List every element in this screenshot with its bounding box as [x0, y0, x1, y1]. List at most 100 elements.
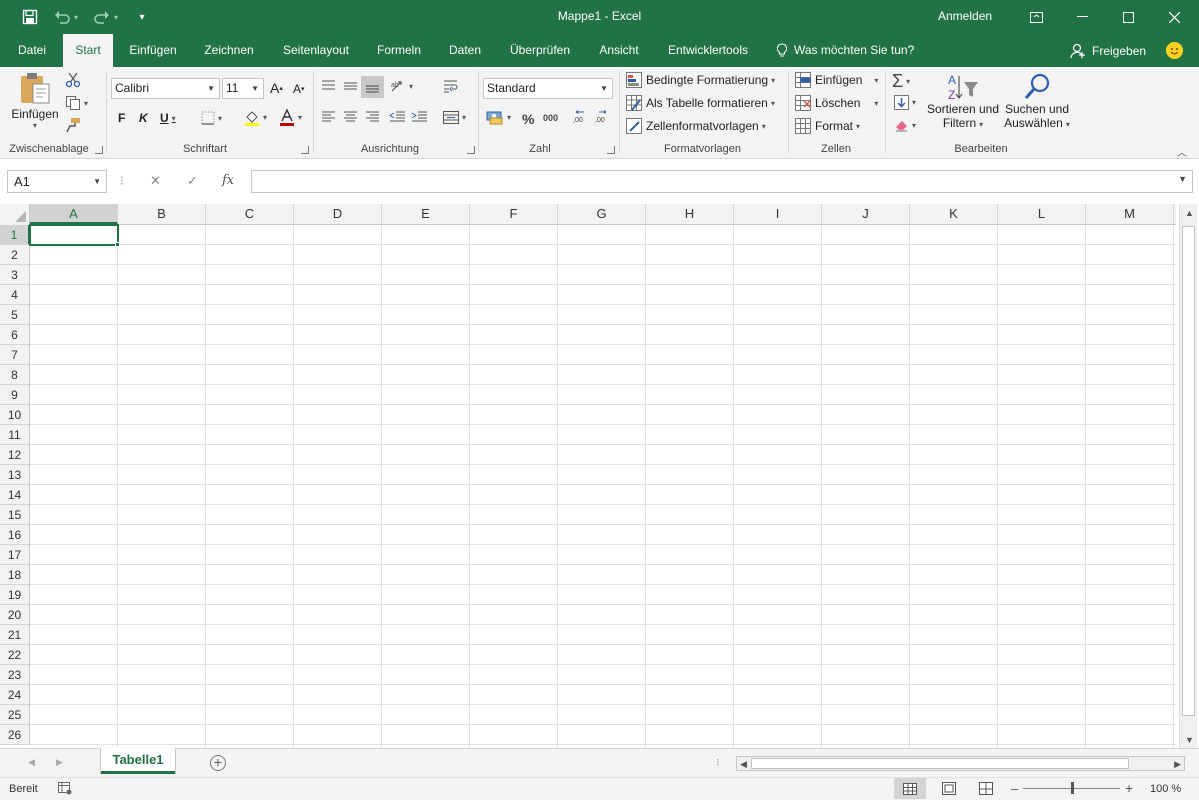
tab-entwicklertools[interactable]: Entwicklertools	[660, 34, 756, 67]
share-button[interactable]: Freigeben	[1070, 34, 1146, 67]
add-sheet-icon[interactable]: +	[210, 755, 226, 771]
row-header[interactable]: 15	[0, 505, 30, 525]
decrease-decimal-icon[interactable]: ,00	[595, 110, 612, 125]
tab-start[interactable]: Start	[63, 34, 113, 67]
feedback-smiley-icon[interactable]	[1166, 42, 1183, 59]
format-as-table-button[interactable]: Als Tabelle formatieren ▾	[626, 95, 775, 111]
find-select-button[interactable]: Suchen und Auswählen ▾	[1000, 72, 1074, 130]
sheet-tab-tabelle1[interactable]: Tabelle1	[101, 748, 175, 774]
row-header[interactable]: 24	[0, 685, 30, 705]
sign-in-link[interactable]: Anmelden	[938, 9, 992, 23]
merge-center-button[interactable]: ▾	[443, 111, 466, 124]
zoom-in-button[interactable]: +	[1125, 780, 1133, 796]
number-format-select[interactable]: Standard ▼	[483, 78, 613, 99]
orientation-button[interactable]: ab ▾	[390, 79, 413, 93]
row-header[interactable]: 3	[0, 265, 30, 285]
align-bottom-icon[interactable]	[361, 76, 384, 98]
autosum-button[interactable]: Σ ▾	[892, 71, 910, 92]
row-header[interactable]: 11	[0, 425, 30, 445]
column-header[interactable]: E	[382, 204, 470, 224]
tab-daten[interactable]: Daten	[440, 34, 490, 67]
row-header[interactable]: 22	[0, 645, 30, 665]
close-icon[interactable]	[1151, 0, 1197, 34]
bold-button[interactable]: F	[118, 111, 125, 125]
scroll-left-icon[interactable]: ◀	[740, 759, 747, 770]
align-right-icon[interactable]	[365, 111, 380, 123]
delete-cells-button[interactable]: Löschen ▾	[795, 95, 878, 111]
format-cells-button[interactable]: Format ▾	[795, 118, 860, 134]
normal-view-icon[interactable]	[894, 778, 926, 799]
borders-button[interactable]: ▾	[201, 111, 222, 125]
row-header[interactable]: 14	[0, 485, 30, 505]
grow-font-button[interactable]: A ▴	[270, 80, 283, 96]
increase-indent-icon[interactable]	[411, 111, 428, 123]
cell-styles-button[interactable]: Zellenformatvorlagen ▾	[626, 118, 766, 134]
row-header[interactable]: 17	[0, 545, 30, 565]
clear-button[interactable]: ▾	[894, 118, 916, 132]
tab-seitenlayout[interactable]: Seitenlayout	[274, 34, 358, 67]
prev-sheet-icon[interactable]: ◀	[28, 757, 35, 768]
row-header[interactable]: 9	[0, 385, 30, 405]
collapse-ribbon-icon[interactable]: ︿	[1177, 144, 1187, 159]
tab-datei[interactable]: Datei	[8, 34, 56, 67]
align-middle-icon[interactable]	[343, 79, 358, 93]
tab-formeln[interactable]: Formeln	[369, 34, 429, 67]
cell-area[interactable]	[30, 225, 1176, 748]
accounting-format-button[interactable]: ▾	[486, 109, 511, 125]
column-header[interactable]: G	[558, 204, 646, 224]
scroll-right-icon[interactable]: ▶	[1174, 759, 1181, 770]
wrap-text-icon[interactable]	[443, 79, 459, 94]
macro-record-icon[interactable]	[58, 782, 72, 798]
decrease-indent-icon[interactable]	[389, 111, 406, 123]
scroll-down-icon[interactable]: ▼	[1185, 735, 1194, 745]
percent-button[interactable]: %	[522, 111, 534, 127]
row-header[interactable]: 5	[0, 305, 30, 325]
horizontal-scroll-thumb[interactable]	[751, 758, 1129, 769]
fill-handle[interactable]	[115, 242, 120, 247]
font-name-select[interactable]: Calibri ▼	[111, 78, 220, 99]
thousands-button[interactable]: 000	[543, 113, 558, 123]
row-header[interactable]: 18	[0, 565, 30, 585]
vertical-scroll-thumb[interactable]	[1182, 226, 1195, 716]
column-header[interactable]: M	[1086, 204, 1174, 224]
align-center-icon[interactable]	[343, 111, 358, 123]
column-header[interactable]: H	[646, 204, 734, 224]
column-header[interactable]: B	[118, 204, 206, 224]
font-size-select[interactable]: 11 ▼	[222, 78, 264, 99]
row-header[interactable]: 19	[0, 585, 30, 605]
zoom-slider-thumb[interactable]	[1070, 782, 1074, 794]
tab-ansicht[interactable]: Ansicht	[590, 34, 648, 67]
zoom-level[interactable]: 100 %	[1150, 783, 1181, 795]
column-header[interactable]: D	[294, 204, 382, 224]
column-header[interactable]: J	[822, 204, 910, 224]
column-header[interactable]: I	[734, 204, 822, 224]
ribbon-display-icon[interactable]	[1013, 0, 1059, 34]
scroll-up-icon[interactable]: ▲	[1185, 208, 1194, 218]
active-cell[interactable]	[29, 224, 119, 246]
maximize-icon[interactable]	[1105, 0, 1151, 34]
next-sheet-icon[interactable]: ▶	[56, 757, 63, 768]
align-left-icon[interactable]	[321, 111, 336, 123]
underline-button[interactable]: U ▾	[160, 111, 176, 125]
expand-formula-bar-icon[interactable]: ▼	[1178, 174, 1187, 184]
copy-icon[interactable]: ▾	[65, 95, 88, 111]
row-header[interactable]: 8	[0, 365, 30, 385]
row-header[interactable]: 6	[0, 325, 30, 345]
column-header[interactable]: L	[998, 204, 1086, 224]
horizontal-scrollbar[interactable]: ◀ ▶	[736, 756, 1185, 771]
enter-icon[interactable]: ✓	[187, 173, 198, 189]
minimize-icon[interactable]	[1059, 0, 1105, 34]
italic-button[interactable]: K	[139, 111, 148, 125]
formula-input[interactable]: ▼	[251, 170, 1193, 193]
row-header[interactable]: 23	[0, 665, 30, 685]
row-header[interactable]: 26	[0, 725, 30, 745]
row-header[interactable]: 2	[0, 245, 30, 265]
shrink-font-button[interactable]: A ▾	[293, 82, 305, 96]
insert-cells-button[interactable]: Einfügen ▾	[795, 72, 878, 88]
page-break-view-icon[interactable]	[979, 782, 993, 798]
format-painter-icon[interactable]	[65, 117, 81, 133]
tell-me-box[interactable]: Was möchten Sie tun?	[776, 34, 914, 67]
clipboard-launcher-icon[interactable]	[95, 146, 103, 154]
conditional-formatting-button[interactable]: Bedingte Formatierung ▾	[626, 72, 775, 88]
name-box[interactable]: A1 ▼	[7, 170, 107, 193]
